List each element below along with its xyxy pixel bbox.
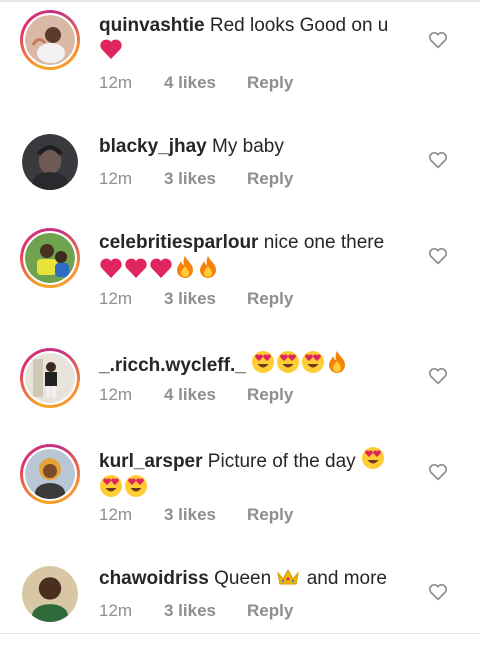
avatar[interactable] [20,444,80,504]
reply-button[interactable]: Reply [247,504,293,526]
comment-time: 12m [99,505,133,524]
comment-time: 12m [99,601,133,620]
heart-outline-icon[interactable] [428,151,448,169]
heart-outline-icon[interactable] [428,463,448,481]
avatar[interactable] [20,564,80,624]
heart-eyes-emoji-icon [277,351,300,373]
comment-username[interactable]: quinvashtie [99,15,205,36]
comment-text: Picture of the day [207,451,356,472]
likes-count-button[interactable]: 4 likes [164,72,247,94]
comment-username[interactable]: _.ricch.wycleff._ [99,355,246,376]
reply-button[interactable]: Reply [247,384,293,406]
comment-text-after: and more [306,568,387,589]
avatar-image [25,15,75,65]
red-heart-emoji-icon [125,258,147,278]
top-divider [0,0,480,2]
fire-emoji-icon [329,351,346,373]
heart-outline-icon[interactable] [428,31,448,49]
comment-meta: 12m 3 likes Reply [99,168,293,190]
comment-text: Queen [214,568,272,589]
fire-emoji-icon [177,256,193,278]
comment-time: 12m [99,169,133,188]
comment-meta: 12m 3 likes Reply [99,600,293,622]
comment-meta: 12m 4 likes Reply [99,384,293,406]
comment-time: 12m [99,385,133,404]
avatar-image [25,449,75,499]
comment-text: Red looks Good on u [209,15,389,36]
avatar-image [25,233,75,283]
likes-count-button[interactable]: 3 likes [164,600,247,622]
comment-username[interactable]: celebritiesparlour [99,232,258,253]
avatar-image [25,353,75,403]
avatar[interactable] [20,132,80,192]
heart-eyes-emoji-icon [125,475,147,497]
likes-count-button[interactable]: 3 likes [164,504,247,526]
heart-eyes-emoji-icon [361,447,384,469]
bottom-divider [0,633,480,634]
avatar[interactable] [20,10,80,70]
avatar-image [22,566,78,622]
red-heart-emoji-icon [150,258,172,278]
comment-text: My baby [212,136,284,157]
likes-count-button[interactable]: 3 likes [164,288,247,310]
avatar[interactable] [20,348,80,408]
comment-username[interactable]: kurl_arsper [99,451,203,472]
fire-emoji-icon [200,256,216,278]
comment-meta: 12m 3 likes Reply [99,504,293,526]
heart-outline-icon[interactable] [428,247,448,265]
comment-time: 12m [99,289,133,308]
comment-text: nice one there [263,232,385,253]
reply-button[interactable]: Reply [247,168,293,190]
reply-button[interactable]: Reply [247,288,293,310]
red-heart-emoji-icon [100,39,122,59]
comment-username[interactable]: chawoidriss [99,568,209,589]
comment-time: 12m [99,73,133,92]
avatar-image [22,134,78,190]
crown-emoji-icon [277,568,300,585]
avatar[interactable] [20,228,80,288]
comment-username[interactable]: blacky_jhay [99,136,207,157]
heart-outline-icon[interactable] [428,583,448,601]
red-heart-emoji-icon [100,258,122,278]
heart-eyes-emoji-icon [302,351,325,373]
comment-meta: 12m 4 likes Reply [99,72,293,94]
heart-outline-icon[interactable] [428,367,448,385]
comment-meta: 12m 3 likes Reply [99,288,293,310]
reply-button[interactable]: Reply [247,72,293,94]
likes-count-button[interactable]: 3 likes [164,168,247,190]
reply-button[interactable]: Reply [247,600,293,622]
heart-eyes-emoji-icon [252,351,275,373]
heart-eyes-emoji-icon [100,475,122,497]
likes-count-button[interactable]: 4 likes [164,384,247,406]
